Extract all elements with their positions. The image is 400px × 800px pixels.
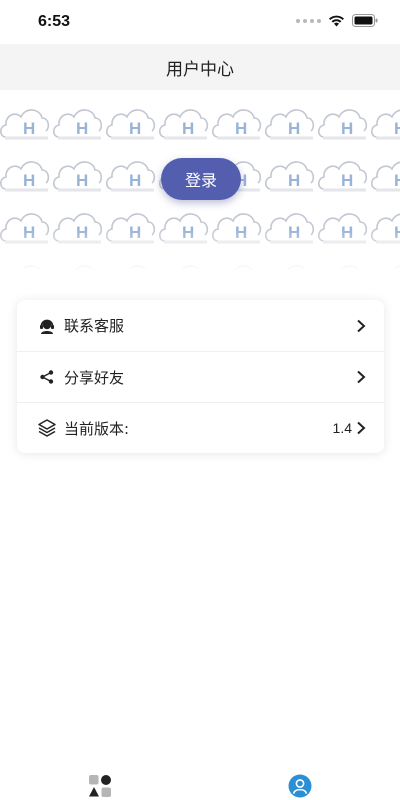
chevron-right-icon [356,369,366,385]
cloud-logo-tile [158,108,209,140]
battery-icon [352,14,378,27]
cloud-logo-tile [317,108,368,140]
cloud-logo-tile [105,108,156,140]
status-icons [296,14,378,27]
cloud-logo-tile [0,108,50,140]
tab-home[interactable] [87,773,113,799]
banner-fade [0,230,400,270]
share-icon [37,367,57,387]
wifi-icon [329,15,344,27]
chevron-right-icon [356,420,366,436]
chevron-right-icon [356,318,366,334]
login-button[interactable]: 登录 [161,158,241,200]
cloud-logo-tile [264,108,315,140]
version-value: 1.4 [332,420,352,436]
cloud-logo-tile [0,160,50,192]
bottom-tab-bar [0,768,400,800]
cloud-logo-tile [211,108,262,140]
header-bar: 用户中心 [0,44,400,90]
page-title: 用户中心 [166,59,234,80]
menu-item-label: 分享好友 [64,368,125,387]
cloud-logo-tile [317,160,368,192]
cloud-logo-tile [52,160,103,192]
menu-card: 联系客服 分享好友 当前版本: 1.4 [17,300,384,453]
layers-icon [37,418,57,438]
cloud-logo-tile [264,160,315,192]
menu-item-label: 当前版本: [64,419,130,438]
tab-user[interactable] [287,773,313,799]
cloud-logo-tile [105,160,156,192]
menu-item-contact-service[interactable]: 联系客服 [17,300,384,351]
menu-item-current-version[interactable]: 当前版本: 1.4 [17,402,384,453]
headset-icon [37,316,57,336]
status-bar: 6:53 [0,0,400,44]
profile-banner: H 登录 [0,90,400,270]
user-icon [288,774,312,798]
signal-icon [296,18,321,23]
cloud-logo-tile [52,108,103,140]
status-time: 6:53 [38,13,71,30]
menu-item-label: 联系客服 [64,317,125,335]
menu-item-share-friends[interactable]: 分享好友 [17,351,384,402]
shapes-icon [89,775,111,797]
cloud-logo-tile [370,160,400,192]
cloud-logo-tile [370,108,400,140]
